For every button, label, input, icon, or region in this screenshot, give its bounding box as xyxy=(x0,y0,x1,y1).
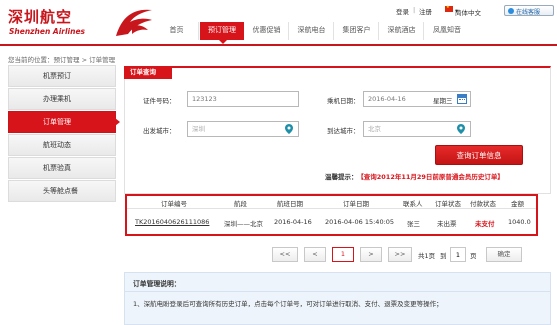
goto-suffix: 页 xyxy=(470,252,477,260)
location-pin-icon[interactable] xyxy=(457,124,465,134)
nav-radio[interactable]: 深航电台 xyxy=(290,22,334,40)
table-row: TK2016040626111086 深圳——北京 2016-04-16 201… xyxy=(127,212,536,232)
cert-number-label: 证件号码： xyxy=(143,97,176,105)
nav-booking-manage[interactable]: 预订管理 xyxy=(200,22,244,44)
nav-phoenix-miles[interactable]: 凤凰知音 xyxy=(425,22,469,40)
col-order-number: 订单编号 xyxy=(161,200,187,208)
pagination: << < 1 > >> 共1页 到 页 确定 xyxy=(272,247,528,263)
site-header: 深圳航空 Shenzhen Airlines 登录 | 注册 简体中文▾ 在线客… xyxy=(0,0,557,44)
order-number-link[interactable]: TK2016040626111086 xyxy=(135,218,209,226)
location-pin-icon[interactable] xyxy=(285,124,293,134)
register-link[interactable]: 注册 xyxy=(419,6,432,16)
cell-order-status: 未出票 xyxy=(437,220,457,228)
current-page-button[interactable]: 1 xyxy=(332,247,354,262)
calendar-icon[interactable] xyxy=(457,94,467,104)
cell-amount: 1040.0 xyxy=(508,218,531,226)
nav-corporate[interactable]: 集团客户 xyxy=(335,22,379,40)
total-pages-text: 共1页 xyxy=(418,252,436,260)
help-divider xyxy=(125,291,550,292)
flight-date-label: 乘机日期： xyxy=(327,97,360,105)
weekday-label: 星期三 xyxy=(433,97,453,105)
order-search-tab[interactable]: 订单查询 xyxy=(124,66,172,79)
cell-flight-date: 2016-04-16 xyxy=(274,218,312,226)
table-header: 订单编号 航段 航班日期 订单日期 联系人 订单状态 付款状态 金额 xyxy=(127,196,536,209)
brand-name-en: Shenzhen Airlines xyxy=(9,27,86,36)
tip-notice: 温馨提示： 【查询2012年11月29日前原普通会员历史订单】 xyxy=(325,171,504,181)
flight-date-input[interactable] xyxy=(363,91,471,107)
sidebar: 机票预订 办理乘机 订单管理 航班动态 机票验真 头等舱点餐 xyxy=(8,65,120,203)
departure-city-label: 出发城市： xyxy=(143,127,176,135)
goto-confirm-button[interactable]: 确定 xyxy=(486,247,522,262)
order-table: 订单编号 航段 航班日期 订单日期 联系人 订单状态 付款状态 金额 TK201… xyxy=(125,194,538,236)
online-service-label: 在线客服 xyxy=(516,9,541,16)
col-contact: 联系人 xyxy=(403,200,423,208)
nav-home[interactable]: 首页 xyxy=(155,22,199,40)
sidebar-item-check-in[interactable]: 办理乘机 xyxy=(8,88,116,110)
login-link[interactable]: 登录 xyxy=(396,6,409,16)
sidebar-item-ticket-verify[interactable]: 机票验真 xyxy=(8,157,116,179)
header-divider xyxy=(0,44,557,46)
col-flight-date: 航班日期 xyxy=(277,200,303,208)
china-flag-icon xyxy=(445,4,453,12)
col-route: 航段 xyxy=(234,200,247,208)
last-page-button[interactable]: >> xyxy=(388,247,412,262)
col-order-status: 订单状态 xyxy=(435,200,461,208)
cell-contact: 张三 xyxy=(407,220,420,228)
nav-promotions[interactable]: 优惠促销 xyxy=(245,22,289,40)
cell-order-date: 2016-04-06 15:40:05 xyxy=(325,218,395,226)
arrival-city-label: 到达城市： xyxy=(327,127,360,135)
breadcrumb: 您当前的位置：预订管理 > 订单管理 xyxy=(8,56,116,64)
query-order-button[interactable]: 查询订单信息 xyxy=(435,145,523,165)
online-service-button[interactable]: 在线客服 xyxy=(504,5,554,16)
nav-hotel[interactable]: 深航酒店 xyxy=(380,22,424,40)
sidebar-item-first-class-meal[interactable]: 头等舱点餐 xyxy=(8,180,116,202)
brand-logo[interactable]: 深圳航空 Shenzhen Airlines xyxy=(8,6,158,40)
arrival-city-input[interactable] xyxy=(363,121,471,137)
tip-label: 温馨提示： xyxy=(325,173,358,181)
order-search-panel: 订单查询 证件号码： 乘机日期： 星期三 出发城市： 到达城市： 查询订单信息 … xyxy=(124,66,551,194)
goto-prefix: 到 xyxy=(440,252,447,260)
help-title: 订单管理说明： xyxy=(133,280,181,288)
prev-page-button[interactable]: < xyxy=(304,247,326,262)
help-text-line: 1、深航电盼登录后可查询所有历史订单，点击每个订单号，可对订单进行取消、支付、退… xyxy=(133,300,443,308)
col-amount: 金额 xyxy=(511,200,524,208)
sidebar-item-order-manage[interactable]: 订单管理 xyxy=(8,111,120,133)
history-order-link[interactable]: 【查询2012年11月29日前原普通会员历史订单】 xyxy=(361,173,504,181)
order-help-box: 订单管理说明： 1、深航电盼登录后可查询所有历史订单，点击每个订单号，可对订单进… xyxy=(124,272,551,325)
next-page-button[interactable]: > xyxy=(360,247,382,262)
brand-name-cn: 深圳航空 xyxy=(8,8,73,26)
sidebar-item-ticket-booking[interactable]: 机票预订 xyxy=(8,65,116,87)
top-links: 登录 | 注册 简体中文▾ 在线客服 xyxy=(396,4,554,17)
link-separator: | xyxy=(413,6,416,14)
phoenix-logo-icon xyxy=(116,9,152,36)
first-page-button[interactable]: << xyxy=(272,247,298,262)
col-pay-status: 付款状态 xyxy=(470,200,496,208)
sidebar-item-flight-status[interactable]: 航班动态 xyxy=(8,134,116,156)
headset-icon xyxy=(508,8,514,14)
goto-page-input[interactable] xyxy=(450,247,466,262)
main-nav: 首页 预订管理 优惠促销 深航电台 集团客户 深航酒店 凤凰知音 xyxy=(155,22,557,44)
col-order-date: 订单日期 xyxy=(343,200,369,208)
cert-number-input[interactable] xyxy=(187,91,299,107)
cell-route: 深圳——北京 xyxy=(224,220,263,228)
cell-pay-status: 未支付 xyxy=(475,220,495,228)
departure-city-input[interactable] xyxy=(187,121,299,137)
